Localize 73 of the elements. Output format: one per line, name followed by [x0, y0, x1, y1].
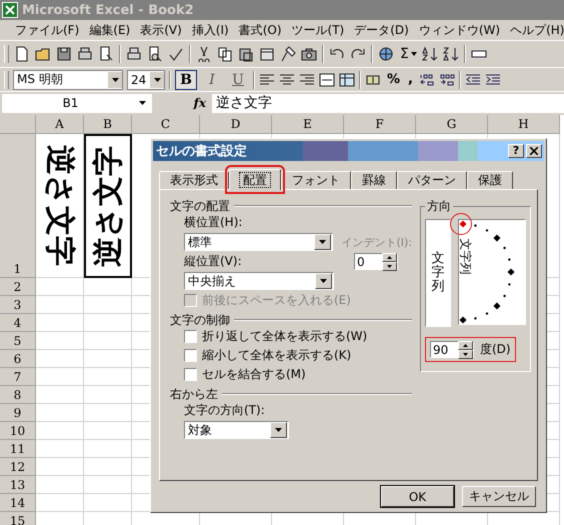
- row-header[interactable]: 5: [0, 332, 36, 350]
- field-label: 縦位置(V):: [184, 253, 242, 270]
- name-box[interactable]: B1: [2, 94, 152, 112]
- group-heading: 文字の配置: [170, 198, 230, 214]
- dialog-button[interactable]: OK: [381, 486, 454, 507]
- help-button[interactable]: ?: [508, 144, 524, 158]
- dialog-title: セルの書式設定: [155, 142, 248, 160]
- row-header[interactable]: 9: [0, 404, 36, 422]
- table-cell[interactable]: 逆さ文字: [84, 134, 132, 278]
- degrees-spinner[interactable]: 90: [430, 341, 474, 358]
- menu-item[interactable]: 編集(E): [84, 21, 136, 39]
- column-header[interactable]: C: [132, 115, 200, 134]
- field-label: 文字の方向(T):: [184, 402, 266, 419]
- row-header[interactable]: 8: [0, 386, 36, 404]
- tab[interactable]: パターン: [397, 171, 467, 189]
- row-header[interactable]: 13: [0, 476, 36, 494]
- vertical-alignment-dropdown[interactable]: 中央揃え: [184, 272, 334, 290]
- row-header[interactable]: 12: [0, 458, 36, 476]
- menu-item[interactable]: ヘルプ(H): [505, 21, 564, 39]
- horizontal-alignment-dropdown[interactable]: 標準: [184, 233, 334, 251]
- number-format-button[interactable]: %: [385, 72, 402, 87]
- autosum-button[interactable]: Σ: [399, 46, 410, 62]
- tab[interactable]: 保護: [467, 171, 513, 189]
- menu-item[interactable]: 挿入(I): [186, 21, 234, 39]
- row-header[interactable]: 10: [0, 422, 36, 440]
- table-cell[interactable]: 逆さ文字: [36, 134, 84, 278]
- row-header[interactable]: 11: [0, 440, 36, 458]
- column-header[interactable]: F: [344, 115, 416, 134]
- menu-item[interactable]: 書式(O): [234, 21, 287, 39]
- group-heading: 右から左: [170, 386, 218, 402]
- tab[interactable]: フォント: [281, 171, 351, 189]
- tab[interactable]: 表示形式: [159, 171, 229, 189]
- row-header[interactable]: 1: [0, 134, 36, 278]
- degrees-label: 度(D): [480, 341, 511, 358]
- text-style-button[interactable]: U: [227, 70, 249, 90]
- text-direction-dropdown[interactable]: 対象: [184, 421, 289, 439]
- text-style-button[interactable]: I: [201, 70, 223, 90]
- menu-item[interactable]: 表示(V): [135, 21, 187, 39]
- column-header[interactable]: B: [84, 115, 132, 134]
- checkbox[interactable]: 折り返して全体を表示する(W): [184, 328, 412, 345]
- menu-item[interactable]: ファイル(F): [10, 21, 84, 39]
- row-header[interactable]: 14: [0, 494, 36, 512]
- column-header[interactable]: H: [488, 115, 560, 134]
- row-header[interactable]: 7: [0, 368, 36, 386]
- orientation-dial[interactable]: 文字列: [458, 219, 526, 325]
- vertical-text-button[interactable]: 文字列: [425, 219, 451, 327]
- column-header[interactable]: A: [36, 115, 84, 134]
- column-header[interactable]: E: [272, 115, 344, 134]
- menu-item[interactable]: ツール(T): [286, 21, 350, 39]
- formula-field[interactable]: 逆さ文字: [212, 94, 564, 112]
- indent-label: インデント(I):: [341, 234, 412, 250]
- column-header[interactable]: G: [416, 115, 488, 134]
- insert-function-button[interactable]: fx: [152, 95, 212, 111]
- row-header[interactable]: 15: [0, 512, 36, 525]
- window-title: Microsoft Excel - Book2: [22, 2, 194, 18]
- text-style-button[interactable]: B: [175, 70, 197, 90]
- column-header[interactable]: D: [200, 115, 272, 134]
- number-format-button[interactable]: ,: [406, 72, 415, 87]
- tab[interactable]: 罫線: [351, 171, 397, 189]
- group-heading: 文字の制御: [170, 312, 230, 328]
- menu-item[interactable]: データ(D): [349, 21, 414, 39]
- row-header[interactable]: 6: [0, 350, 36, 368]
- font-name-dropdown[interactable]: MS 明朝: [13, 70, 123, 90]
- field-label: 横位置(H):: [184, 214, 244, 231]
- row-header[interactable]: 3: [0, 296, 36, 314]
- checkbox[interactable]: セルを結合する(M): [184, 366, 412, 383]
- indent-spinner[interactable]: 0: [354, 253, 398, 270]
- checkbox[interactable]: 縮小して全体を表示する(K): [184, 347, 412, 364]
- row-header[interactable]: 4: [0, 314, 36, 332]
- menu-item[interactable]: ウィンドウ(W): [414, 21, 506, 39]
- row-header[interactable]: 2: [0, 278, 36, 296]
- dialog-button[interactable]: キャンセル: [462, 486, 536, 507]
- font-size-dropdown[interactable]: 24: [127, 70, 165, 90]
